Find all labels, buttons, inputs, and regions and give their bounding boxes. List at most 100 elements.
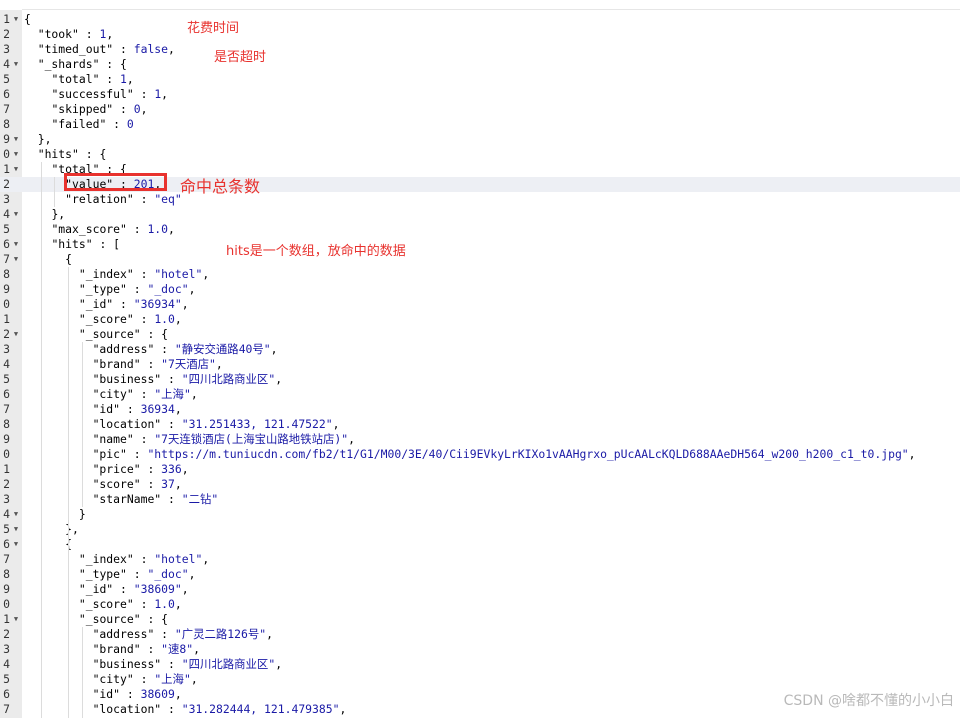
code-line: 1 "_score" : 1.0, <box>0 312 960 327</box>
fold-toggle-icon[interactable]: ▼ <box>11 507 21 522</box>
fold-toggle-icon[interactable]: ▼ <box>11 57 21 72</box>
json-punctuation: : <box>133 387 155 401</box>
code-line: 5 "business" : "四川北路商业区", <box>0 372 960 387</box>
line-number: 5 <box>3 372 10 386</box>
fold-toggle-icon[interactable]: ▼ <box>11 162 21 177</box>
json-punctuation: : <box>113 102 134 116</box>
fold-toggle-icon[interactable]: ▼ <box>11 522 21 537</box>
code-text: "_id" : "36934", <box>24 297 189 312</box>
json-string-value: "上海" <box>154 387 191 401</box>
json-punctuation: { <box>24 12 31 26</box>
json-punctuation: : <box>133 672 155 686</box>
line-number: 3 <box>3 342 10 356</box>
json-punctuation: , <box>266 627 273 641</box>
code-line: 1 ▼{ <box>0 12 960 27</box>
json-punctuation: , <box>174 687 182 701</box>
json-punctuation: : <box>133 552 155 566</box>
json-key: "_shards" <box>37 57 100 71</box>
json-key: "_score" <box>78 312 134 326</box>
json-response-viewer[interactable]: 1 ▼{2 "took" : 1, 3 "timed_out" : false, 4 ▼… <box>0 10 960 718</box>
code-text: "business" : "四川北路商业区", <box>24 657 282 672</box>
indent-guide <box>54 177 56 207</box>
json-punctuation: , <box>202 267 210 281</box>
fold-toggle-icon[interactable]: ▼ <box>11 237 21 252</box>
fold-toggle-icon[interactable]: ▼ <box>11 327 21 342</box>
line-number: 9 <box>3 432 10 446</box>
fold-toggle-icon[interactable]: ▼ <box>11 12 21 27</box>
line-number: 7 <box>3 552 10 566</box>
fold-toggle-icon[interactable]: ▼ <box>11 612 21 627</box>
json-string-value: "https://m.tuniucdn.com/fb2/t1/G1/M00/3E… <box>147 447 909 461</box>
code-text: "price" : 336, <box>24 462 189 477</box>
code-text: "_type" : "_doc", <box>24 282 196 297</box>
json-punctuation: , <box>348 432 355 446</box>
fold-toggle-icon[interactable]: ▼ <box>11 207 21 222</box>
line-number: 3 <box>3 492 10 506</box>
json-punctuation: : <box>133 432 155 446</box>
json-punctuation: , <box>126 72 134 86</box>
line-number: 5 <box>3 672 10 686</box>
code-line: 5 "max_score" : 1.0, <box>0 222 960 237</box>
json-punctuation: : <box>140 477 162 491</box>
line-number: 4 <box>3 357 10 371</box>
code-line: 1 ▼ "_source" : { <box>0 612 960 627</box>
line-number: 2 <box>3 627 10 641</box>
code-line: 7 "skipped" : 0, <box>0 102 960 117</box>
code-text: "skipped" : 0, <box>24 102 147 117</box>
json-key: "score" <box>92 477 141 491</box>
json-punctuation: }, <box>37 132 52 146</box>
json-key: "business" <box>92 657 162 671</box>
code-text: "hits" : { <box>24 147 107 162</box>
json-key: "failed" <box>51 117 107 131</box>
fold-toggle-icon[interactable]: ▼ <box>11 147 21 162</box>
line-number: 0 <box>3 597 10 611</box>
json-punctuation: , <box>161 87 169 101</box>
json-punctuation: : <box>113 582 134 596</box>
code-line: 5 "total" : 1, <box>0 72 960 87</box>
code-line: 0 "_id" : "36934", <box>0 297 960 312</box>
code-line: 9 "name" : "7天连锁酒店(上海宝山路地铁站店)", <box>0 432 960 447</box>
json-key: "max_score" <box>51 222 127 236</box>
line-number: 0 <box>3 147 10 161</box>
code-text: "score" : 37, <box>24 477 182 492</box>
fold-toggle-icon[interactable]: ▼ <box>11 252 21 267</box>
json-punctuation: : { <box>78 147 107 161</box>
json-punctuation: : <box>161 657 182 671</box>
code-line: 8 "_index" : "hotel", <box>0 267 960 282</box>
json-punctuation: , <box>181 462 189 476</box>
json-key: "_source" <box>78 612 141 626</box>
line-number: 8 <box>3 567 10 581</box>
indent-guide <box>40 162 42 718</box>
json-key: "timed_out" <box>37 42 114 56</box>
json-key: "starName" <box>92 492 162 506</box>
code-line: 2 "score" : 37, <box>0 477 960 492</box>
code-text: "id" : 38609, <box>24 687 182 702</box>
code-text: "_index" : "hotel", <box>24 267 209 282</box>
code-line: 8 "failed" : 0 <box>0 117 960 132</box>
code-line: 1 "price" : 336, <box>0 462 960 477</box>
json-string-value: "7天连锁酒店(上海宝山路地铁站店)" <box>154 432 349 446</box>
line-number: 5 <box>3 72 10 86</box>
code-text: "starName" : "二钻" <box>24 492 219 507</box>
code-text: "pic" : "https://m.tuniucdn.com/fb2/t1/G… <box>24 447 916 462</box>
code-text: "name" : "7天连锁酒店(上海宝山路地铁站店)", <box>24 432 355 447</box>
json-string-value: "速8" <box>161 642 194 656</box>
line-number: 4 <box>3 507 10 521</box>
line-number: 1 <box>3 612 10 626</box>
json-key: "location" <box>92 417 162 431</box>
fold-toggle-icon[interactable]: ▼ <box>11 132 21 147</box>
json-number-value: 336 <box>161 462 182 476</box>
json-string-value: "31.282444, 121.479385" <box>181 702 340 716</box>
fold-toggle-icon[interactable]: ▼ <box>11 537 21 552</box>
json-punctuation: , <box>140 102 148 116</box>
json-key: "brand" <box>92 642 141 656</box>
